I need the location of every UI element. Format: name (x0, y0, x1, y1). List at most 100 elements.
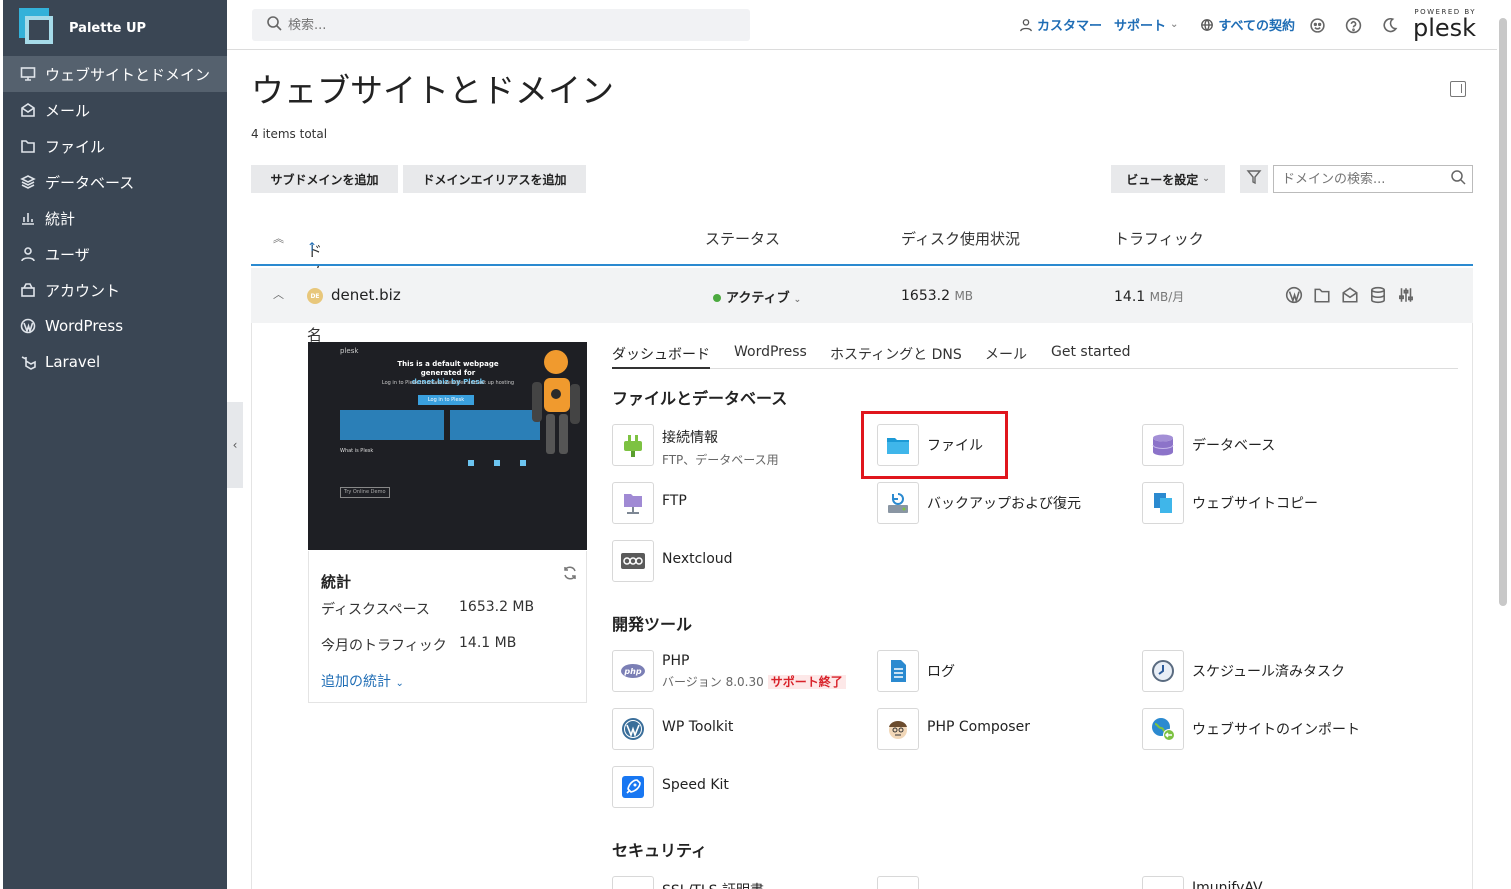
plesk-logo: POWERED BY plesk (1413, 8, 1476, 40)
more-stats-link[interactable]: 追加の統計 ⌄ (321, 671, 404, 691)
tool-logs[interactable]: ログ (877, 650, 955, 692)
tab-hosting-dns[interactable]: ホスティングと DNS (830, 344, 962, 364)
subscriptions-label: すべての契約 (1218, 19, 1295, 34)
customer-label: カスタマー (1037, 19, 1103, 34)
column-disk[interactable]: ディスク使用状況 (901, 228, 1020, 249)
add-subdomain-button[interactable]: サブドメインを追加 (251, 165, 398, 193)
folder-icon[interactable] (1313, 286, 1331, 308)
disk-usage: 1653.2 MB (901, 288, 973, 304)
website-preview[interactable]: plesk This is a default webpage generate… (308, 342, 587, 550)
filter-button[interactable] (1240, 165, 1268, 193)
backup-icon (877, 482, 919, 524)
row-actions (1285, 286, 1415, 308)
preview-card (340, 410, 444, 440)
sidebar-collapse-toggle[interactable]: ‹ (227, 402, 243, 488)
sidebar-item-wordpress[interactable]: WordPress (3, 308, 227, 344)
view-settings-button[interactable]: ビューを設定 ⌄ (1111, 165, 1225, 193)
globe-icon (1200, 18, 1218, 32)
sidebar-item-files[interactable]: ファイル (3, 128, 227, 164)
tab-get-started[interactable]: Get started (1051, 344, 1131, 360)
section-dev-tools: 開発ツール (612, 615, 693, 634)
moon-icon[interactable] (1379, 15, 1399, 35)
help-icon[interactable] (1343, 15, 1363, 35)
table-row[interactable]: ︿ DE denet.biz アクティブ ⌄ 1653.2 MB 14.1 MB/… (251, 268, 1473, 323)
tab-wordpress[interactable]: WordPress (734, 344, 807, 360)
tool-connection-info[interactable]: 接続情報 FTP、データベース用 (612, 424, 779, 468)
sidebar-item-mail[interactable]: メール (3, 92, 227, 128)
tool-sublabel: FTP、データベース用 (662, 453, 779, 467)
mail-icon[interactable] (1341, 286, 1359, 308)
sidebar-item-databases[interactable]: データベース (3, 164, 227, 200)
sidebar-item-users[interactable]: ユーザ (3, 236, 227, 272)
preview-dots (468, 460, 526, 466)
domain-search-input[interactable] (1282, 171, 1442, 187)
chevron-up-icon[interactable]: ︿ (273, 286, 284, 302)
tool-label: SSL/TLS 証明書 (662, 876, 764, 889)
tool-backup[interactable]: バックアップおよび復元 (877, 482, 1081, 524)
database-icon[interactable] (1369, 286, 1387, 308)
stats-disk: ディスクスペース 1653.2 MB (321, 599, 534, 619)
plesk-wordmark: plesk (1413, 14, 1477, 42)
chevron-down-icon: ⌄ (1170, 19, 1179, 30)
tool-scheduled-tasks[interactable]: スケジュール済みタスク (1142, 650, 1345, 692)
column-status[interactable]: ステータス (705, 228, 780, 249)
tool-label: ログ (927, 664, 955, 680)
folder-icon (19, 137, 37, 155)
tool-php[interactable]: php PHP バージョン 8.0.30 サポート終了 (612, 650, 846, 692)
preview-title-line1: This is a default webpage generated for (397, 360, 499, 377)
domain-search[interactable] (1273, 165, 1473, 193)
subscriptions-menu[interactable]: すべての契約 (1200, 15, 1295, 34)
stats-traffic-value: 14.1 MB (459, 635, 517, 651)
domain-tabs: ダッシュボード WordPress ホスティングと DNS メール Get st… (612, 344, 1458, 369)
tool-wp-toolkit[interactable]: WP Toolkit (612, 708, 733, 750)
sidebar-item-statistics[interactable]: 統計 (3, 200, 227, 236)
column-traffic[interactable]: トラフィック (1114, 228, 1204, 249)
robot-illustration (532, 350, 580, 454)
settings-sliders-icon[interactable] (1397, 286, 1415, 308)
tool-website-import[interactable]: ウェブサイトのインポート (1142, 708, 1360, 750)
sidebar-item-laravel[interactable]: Laravel (3, 344, 227, 380)
preview-login-button: Log in to Plesk (418, 395, 474, 405)
tool-ssl[interactable]: SSL/TLS 証明書 (612, 876, 764, 889)
domain-name-link[interactable]: denet.biz (331, 286, 401, 304)
database-icon (19, 173, 37, 191)
stats-title: 統計 (321, 573, 352, 591)
smile-icon[interactable] (1307, 15, 1327, 35)
tool-imunify[interactable]: ImunifyAV (1142, 876, 1263, 889)
sidebar-item-account[interactable]: アカウント (3, 272, 227, 308)
sidebar-item-label: データベース (45, 173, 135, 192)
refresh-icon[interactable] (562, 565, 578, 581)
wordpress-icon[interactable] (1285, 286, 1303, 308)
sidebar-item-label: 統計 (45, 209, 76, 228)
sidebar-item-websites[interactable]: ウェブサイトとドメイン (3, 56, 227, 92)
support-menu[interactable]: サポート ⌄ (1114, 15, 1178, 34)
global-search[interactable] (252, 9, 750, 41)
tool-website-copy[interactable]: ウェブサイトコピー (1142, 482, 1318, 524)
search-icon[interactable] (1442, 169, 1466, 189)
collapse-all-icon[interactable]: ︽ (273, 230, 284, 246)
search-input[interactable] (288, 17, 728, 33)
customer-menu[interactable]: カスタマー (1019, 15, 1102, 34)
tool-databases[interactable]: データベース (1142, 424, 1275, 466)
view-settings-label: ビューを設定 (1126, 172, 1199, 187)
tool-label: PHP (662, 653, 690, 669)
tool-label: バックアップおよび復元 (927, 496, 1081, 512)
tool-ftp[interactable]: FTP (612, 482, 687, 524)
tool-speed-kit[interactable]: Speed Kit (612, 766, 729, 808)
brand[interactable]: Palette UP (3, 0, 227, 56)
stats-box: 統計 ディスクスペース 1653.2 MB 今月のトラフィック 14.1 MB 追加… (308, 551, 587, 703)
traffic-value: 14.1 (1114, 289, 1146, 305)
highlight-box (861, 411, 1008, 479)
panel-toggle-icon[interactable] (1450, 81, 1466, 97)
tool-nextcloud[interactable]: Nextcloud (612, 540, 733, 582)
tool-sublabel: バージョン 8.0.30 (662, 675, 764, 689)
tool-security-2[interactable] (877, 876, 919, 889)
tab-dashboard[interactable]: ダッシュボード (612, 344, 710, 369)
domain-favicon: DE (307, 288, 323, 304)
page-scrollbar[interactable] (1499, 18, 1507, 606)
tab-mail[interactable]: メール (985, 344, 1027, 364)
support-label: サポート (1114, 19, 1167, 34)
status-badge[interactable]: アクティブ ⌄ (713, 287, 801, 306)
tool-php-composer[interactable]: PHP Composer (877, 708, 1030, 750)
add-domain-alias-button[interactable]: ドメインエイリアスを追加 (403, 165, 586, 193)
